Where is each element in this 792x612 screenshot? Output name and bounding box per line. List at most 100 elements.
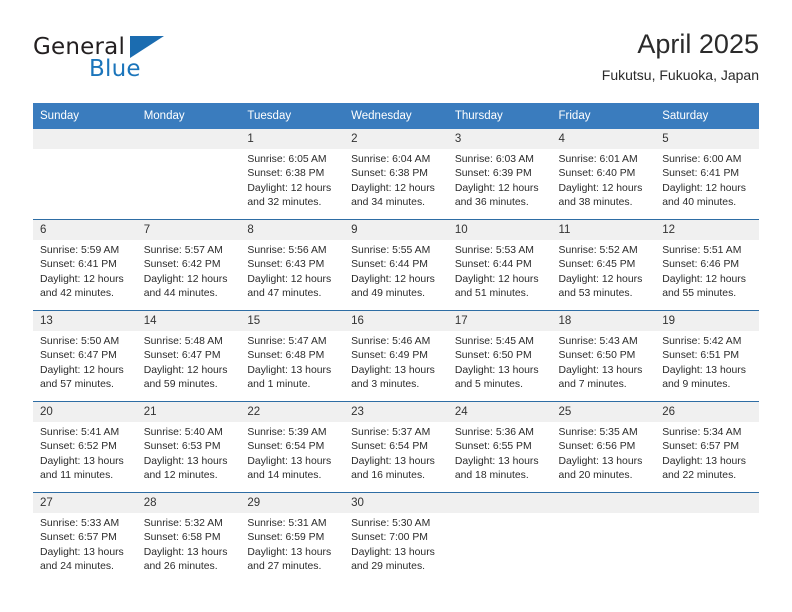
calendar-day-cell[interactable]: 16 Sunrise: 5:46 AM Sunset: 6:49 PM Dayligh… (344, 310, 448, 402)
day-number: 17 (447, 311, 552, 331)
calendar-day-cell[interactable]: 9 Sunrise: 5:55 AM Sunset: 6:44 PM Daylight… (344, 219, 448, 311)
calendar-day-cell[interactable]: 26 Sunrise: 5:34 AM Sunset: 6:57 PM Dayligh… (655, 401, 759, 493)
day-sun-info: Sunrise: 6:00 AM Sunset: 6:41 PM Daylight:… (655, 149, 759, 210)
day-sun-info: Sunrise: 5:42 AM Sunset: 6:51 PM Daylight:… (655, 331, 759, 392)
sunset-time: Sunset: 6:56 PM (558, 441, 636, 453)
calendar-day-cell[interactable]: 11 Sunrise: 5:52 AM Sunset: 6:45 PM Dayligh… (551, 219, 656, 311)
daylight-duration-line2: and 55 minutes. (662, 287, 737, 299)
calendar-day-cell-empty (447, 492, 552, 583)
daylight-duration-line1: Daylight: 12 hours (40, 273, 124, 285)
sunrise-time: Sunrise: 5:59 AM (40, 245, 120, 256)
page-header: General Blue April 2025 Fukutsu, Fukuoka… (33, 28, 759, 98)
daylight-duration-line2: and 53 minutes. (558, 287, 633, 299)
sunset-time: Sunset: 6:42 PM (143, 259, 221, 271)
calendar-week-row: 1 Sunrise: 6:05 AM Sunset: 6:38 PM Daylight… (33, 129, 759, 220)
sunrise-time: Sunrise: 6:00 AM (662, 154, 742, 165)
calendar-day-cell[interactable]: 22 Sunrise: 5:39 AM Sunset: 6:54 PM Dayligh… (240, 401, 345, 493)
calendar-week-row: 27 Sunrise: 5:33 AM Sunset: 6:57 PM Dayligh… (33, 492, 759, 583)
calendar-day-cell[interactable]: 29 Sunrise: 5:31 AM Sunset: 6:59 PM Dayligh… (240, 492, 345, 583)
calendar-day-cell[interactable]: 25 Sunrise: 5:35 AM Sunset: 6:56 PM Dayligh… (551, 401, 656, 493)
calendar-day-cell[interactable]: 10 Sunrise: 5:53 AM Sunset: 6:44 PM Dayligh… (447, 219, 552, 311)
sunset-time: Sunset: 7:00 PM (351, 532, 428, 544)
daylight-duration-line1: Daylight: 13 hours (40, 546, 124, 558)
calendar-day-cell[interactable]: 30 Sunrise: 5:30 AM Sunset: 7:00 PM Dayligh… (344, 492, 448, 583)
daylight-duration-line1: Daylight: 13 hours (143, 455, 228, 467)
day-sun-info: Sunrise: 5:45 AM Sunset: 6:50 PM Daylight:… (448, 331, 552, 392)
calendar-day-cell[interactable]: 12 Sunrise: 5:51 AM Sunset: 6:46 PM Dayligh… (655, 219, 759, 311)
day-sun-info: Sunrise: 5:52 AM Sunset: 6:45 PM Daylight:… (552, 240, 656, 301)
calendar-day-cell[interactable]: 14 Sunrise: 5:48 AM Sunset: 6:47 PM Dayligh… (136, 310, 241, 402)
calendar-day-cell[interactable]: 20 Sunrise: 5:41 AM Sunset: 6:52 PM Dayligh… (33, 401, 137, 493)
day-number: 20 (33, 402, 137, 422)
daylight-duration-line2: and 36 minutes. (454, 196, 529, 208)
calendar-day-cell[interactable]: 4 Sunrise: 6:01 AM Sunset: 6:40 PM Daylight… (551, 129, 656, 220)
day-number: 4 (551, 129, 656, 149)
day-sun-info: Sunrise: 5:41 AM Sunset: 6:52 PM Daylight:… (33, 422, 137, 483)
sunrise-time: Sunrise: 6:01 AM (558, 154, 638, 165)
daylight-duration-line1: Daylight: 13 hours (247, 455, 332, 467)
calendar-day-cell[interactable]: 23 Sunrise: 5:37 AM Sunset: 6:54 PM Dayligh… (344, 401, 448, 493)
day-number: 6 (33, 220, 137, 240)
daylight-duration-line1: Daylight: 12 hours (351, 182, 435, 194)
calendar-day-cell[interactable]: 6 Sunrise: 5:59 AM Sunset: 6:41 PM Daylight… (33, 219, 137, 311)
calendar-day-cell[interactable]: 19 Sunrise: 5:42 AM Sunset: 6:51 PM Dayligh… (655, 310, 759, 402)
day-sun-info: Sunrise: 5:35 AM Sunset: 6:56 PM Daylight:… (552, 422, 656, 483)
day-sun-info: Sunrise: 5:51 AM Sunset: 6:46 PM Daylight:… (655, 240, 759, 301)
sunset-time: Sunset: 6:54 PM (351, 441, 428, 453)
daylight-duration-line1: Daylight: 13 hours (247, 546, 332, 558)
day-sun-info: Sunrise: 5:53 AM Sunset: 6:44 PM Daylight:… (448, 240, 552, 301)
daylight-duration-line1: Daylight: 12 hours (558, 273, 643, 285)
logo-triangle-icon (130, 36, 164, 58)
day-sun-info: Sunrise: 5:46 AM Sunset: 6:49 PM Daylight:… (344, 331, 448, 392)
calendar-day-cell[interactable]: 5 Sunrise: 6:00 AM Sunset: 6:41 PM Daylight… (655, 129, 759, 220)
weekday-header-sunday: Sunday (33, 103, 137, 129)
calendar-day-cell[interactable]: 8 Sunrise: 5:56 AM Sunset: 6:43 PM Daylight… (240, 219, 345, 311)
calendar-day-cell[interactable]: 18 Sunrise: 5:43 AM Sunset: 6:50 PM Dayligh… (551, 310, 656, 402)
day-number (447, 493, 552, 513)
calendar-day-cell[interactable]: 13 Sunrise: 5:50 AM Sunset: 6:47 PM Dayligh… (33, 310, 137, 402)
day-number: 13 (33, 311, 137, 331)
calendar-day-cell[interactable]: 17 Sunrise: 5:45 AM Sunset: 6:50 PM Dayligh… (447, 310, 552, 402)
sunrise-time: Sunrise: 5:34 AM (662, 427, 742, 438)
calendar-day-cell[interactable]: 27 Sunrise: 5:33 AM Sunset: 6:57 PM Dayligh… (33, 492, 137, 583)
calendar-day-cell[interactable]: 2 Sunrise: 6:04 AM Sunset: 6:38 PM Daylight… (344, 129, 448, 220)
sunrise-time: Sunrise: 5:57 AM (143, 245, 223, 256)
calendar-day-cell[interactable]: 1 Sunrise: 6:05 AM Sunset: 6:38 PM Daylight… (240, 129, 345, 220)
calendar-day-cell[interactable]: 24 Sunrise: 5:36 AM Sunset: 6:55 PM Dayligh… (447, 401, 552, 493)
day-sun-info: Sunrise: 5:30 AM Sunset: 7:00 PM Daylight:… (344, 513, 448, 574)
day-number (33, 129, 137, 149)
sunrise-time: Sunrise: 5:45 AM (454, 336, 534, 347)
day-number: 1 (240, 129, 345, 149)
day-number: 2 (344, 129, 448, 149)
sunrise-time: Sunrise: 5:42 AM (662, 336, 742, 347)
day-number: 15 (240, 311, 345, 331)
calendar-week-row: 13 Sunrise: 5:50 AM Sunset: 6:47 PM Dayligh… (33, 310, 759, 402)
day-number: 5 (655, 129, 759, 149)
day-number: 24 (447, 402, 552, 422)
calendar-day-cell[interactable]: 7 Sunrise: 5:57 AM Sunset: 6:42 PM Daylight… (136, 219, 241, 311)
sunset-time: Sunset: 6:51 PM (662, 350, 740, 362)
day-number: 11 (551, 220, 656, 240)
day-sun-info: Sunrise: 5:37 AM Sunset: 6:54 PM Daylight:… (344, 422, 448, 483)
calendar-day-cell[interactable]: 15 Sunrise: 5:47 AM Sunset: 6:48 PM Dayligh… (240, 310, 345, 402)
daylight-duration-line2: and 40 minutes. (662, 196, 737, 208)
day-sun-info: Sunrise: 5:55 AM Sunset: 6:44 PM Daylight:… (344, 240, 448, 301)
day-number: 12 (655, 220, 759, 240)
day-number: 28 (136, 493, 241, 513)
sunrise-time: Sunrise: 6:04 AM (351, 154, 431, 165)
daylight-duration-line2: and 18 minutes. (454, 469, 529, 481)
calendar-day-cell[interactable]: 28 Sunrise: 5:32 AM Sunset: 6:58 PM Dayligh… (136, 492, 241, 583)
daylight-duration-line1: Daylight: 13 hours (351, 546, 435, 558)
sunset-time: Sunset: 6:50 PM (454, 350, 532, 362)
calendar-day-cell[interactable]: 21 Sunrise: 5:40 AM Sunset: 6:53 PM Dayligh… (136, 401, 241, 493)
day-sun-info: Sunrise: 5:33 AM Sunset: 6:57 PM Daylight:… (33, 513, 137, 574)
day-sun-info: Sunrise: 6:04 AM Sunset: 6:38 PM Daylight:… (344, 149, 448, 210)
sunset-time: Sunset: 6:41 PM (40, 259, 117, 271)
calendar-day-cell[interactable]: 3 Sunrise: 6:03 AM Sunset: 6:39 PM Daylight… (447, 129, 552, 220)
sunrise-time: Sunrise: 5:43 AM (558, 336, 638, 347)
sunset-time: Sunset: 6:53 PM (143, 441, 221, 453)
daylight-duration-line2: and 11 minutes. (40, 469, 114, 481)
daylight-duration-line1: Daylight: 13 hours (558, 364, 643, 376)
daylight-duration-line1: Daylight: 12 hours (662, 273, 746, 285)
weekday-header-saturday: Saturday (655, 103, 759, 129)
